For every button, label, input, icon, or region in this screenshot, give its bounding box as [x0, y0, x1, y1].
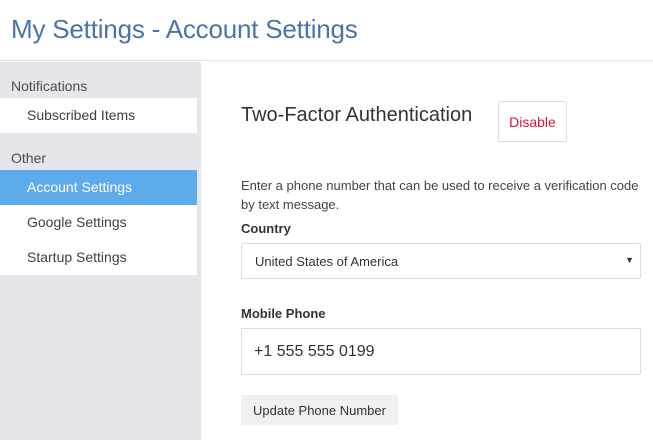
main-content: Two-Factor Authentication Disable Enter … — [201, 62, 653, 440]
settings-sidebar: Notifications Subscribed Items Other Acc… — [0, 62, 201, 440]
sidebar-group-notifications: Notifications — [11, 78, 88, 94]
update-phone-number-button[interactable]: Update Phone Number — [241, 395, 398, 425]
disable-button[interactable]: Disable — [498, 101, 567, 142]
sidebar-item-account-settings[interactable]: Account Settings — [0, 170, 197, 205]
section-title: Two-Factor Authentication — [241, 104, 473, 126]
sidebar-list-other: Account Settings Google Settings Startup… — [0, 170, 197, 275]
mobile-phone-label: Mobile Phone — [241, 306, 326, 321]
page-title: My Settings - Account Settings — [11, 14, 358, 44]
sidebar-item-subscribed-items[interactable]: Subscribed Items — [0, 98, 197, 133]
mobile-phone-input[interactable] — [241, 328, 641, 375]
sidebar-group-other: Other — [11, 150, 47, 166]
settings-page: My Settings - Account Settings Notificat… — [0, 0, 653, 440]
country-label: Country — [241, 221, 291, 236]
sidebar-item-startup-settings[interactable]: Startup Settings — [0, 240, 197, 275]
help-text: Enter a phone number that can be used to… — [241, 178, 639, 212]
sidebar-list-notifications: Subscribed Items — [0, 98, 197, 133]
page-header: My Settings - Account Settings — [0, 0, 653, 61]
country-select[interactable]: United States of America ▼ — [241, 243, 641, 279]
caret-down-icon: ▼ — [625, 255, 634, 265]
country-select-value: United States of America — [255, 254, 399, 269]
sidebar-item-google-settings[interactable]: Google Settings — [0, 205, 197, 240]
